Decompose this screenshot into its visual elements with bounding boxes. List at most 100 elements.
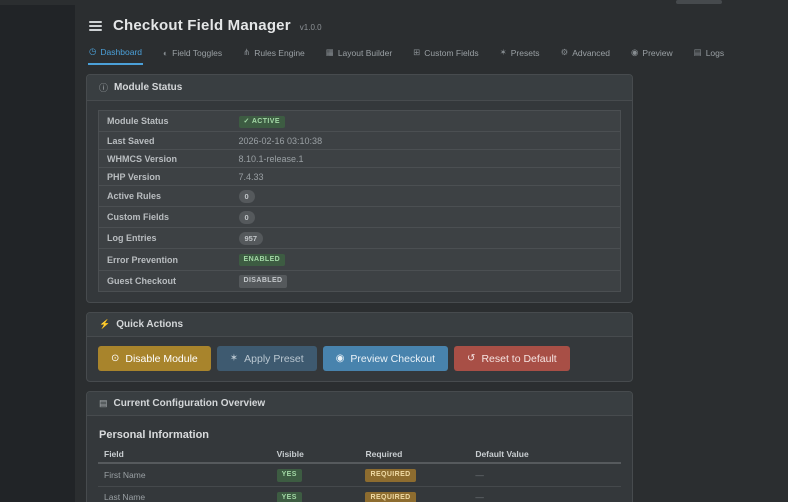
info-circle-icon: ⓘ bbox=[99, 81, 108, 94]
button-label: Disable Module bbox=[125, 353, 197, 365]
module-status-table: Module Status✓ ACTIVELast Saved 2026-02-1… bbox=[98, 110, 621, 292]
config-overview-panel: ▤ Current Configuration Overview Persona… bbox=[86, 391, 633, 502]
config-sections: Personal Information FieldVisibleRequired… bbox=[87, 416, 632, 502]
module-status-panel-header: ⓘ Module Status bbox=[87, 75, 632, 101]
nav-tab-label: Field Toggles bbox=[172, 48, 222, 58]
status-badge: DISABLED bbox=[239, 275, 288, 287]
status-label: Custom Fields bbox=[99, 207, 231, 228]
status-row: Module Status✓ ACTIVE bbox=[99, 111, 621, 132]
eye-icon: ◉ bbox=[631, 47, 638, 58]
nav-tab-field-toggles[interactable]: ◐ Field Toggles bbox=[162, 43, 223, 65]
bolt-icon: ⚡ bbox=[99, 319, 110, 330]
status-label: WHMCS Version bbox=[99, 150, 231, 168]
button-label: Preview Checkout bbox=[350, 353, 435, 365]
nav-tab-custom-fields[interactable]: ⊞ Custom Fields bbox=[412, 43, 479, 65]
version-badge: v1.0.0 bbox=[300, 23, 322, 32]
visible-badge: YES bbox=[277, 492, 302, 502]
magic-icon: ✶ bbox=[500, 47, 507, 58]
main-content: Checkout Field Manager v1.0.0 ◷ Dashboard… bbox=[75, 5, 788, 502]
nav-tab-rules-engine[interactable]: ⋔Rules Engine bbox=[242, 43, 306, 65]
clipboard-icon: ▤ bbox=[99, 398, 108, 409]
status-label: Active Rules bbox=[99, 186, 231, 207]
status-row: Guest Checkout DISABLED bbox=[99, 270, 621, 291]
table-row: First NameYESREQUIRED— bbox=[98, 463, 621, 486]
quick-actions-panel-header: ⚡ Quick Actions bbox=[87, 313, 632, 337]
status-row: Active Rules 0 bbox=[99, 186, 621, 207]
default-value: — bbox=[475, 470, 484, 480]
power-icon: ⊙ bbox=[111, 353, 119, 364]
status-label: Error Prevention bbox=[99, 249, 231, 270]
status-label: Guest Checkout bbox=[99, 270, 231, 291]
dashboard-icon: ◷ bbox=[89, 46, 96, 57]
preview-checkout-button[interactable]: ◉ Preview Checkout bbox=[323, 346, 448, 371]
nav-tab-label: Dashboard bbox=[100, 47, 142, 57]
app-header: Checkout Field Manager v1.0.0 bbox=[86, 13, 788, 36]
column-header: Required bbox=[359, 446, 469, 463]
button-label: Reset to Default bbox=[481, 353, 556, 365]
count-badge: 0 bbox=[239, 190, 255, 203]
magic-icon: ✶ bbox=[230, 353, 238, 364]
nav-tab-logs[interactable]: ▤ Logs bbox=[693, 43, 725, 65]
horizontal-scrollbar bbox=[0, 0, 788, 5]
quick-actions-body: ⊙ Disable Module ✶ Apply Preset ◉ Preview Che… bbox=[87, 337, 632, 381]
nav-tab-label: Logs bbox=[706, 48, 724, 58]
status-badge: ✓ ACTIVE bbox=[239, 116, 285, 128]
status-label: Log Entries bbox=[99, 228, 231, 249]
module-status-panel: ⓘ Module Status Module Status✓ ACTIVELas… bbox=[86, 74, 633, 303]
table-row: Last Name YES REQUIRED — bbox=[98, 486, 621, 502]
column-header: Field bbox=[98, 446, 271, 463]
status-label: Last Saved bbox=[99, 132, 231, 150]
required-badge: REQUIRED bbox=[365, 492, 415, 502]
menu-icon[interactable] bbox=[87, 19, 104, 33]
nav-tab-label: Advanced bbox=[572, 48, 610, 58]
apply-preset-button[interactable]: ✶ Apply Preset bbox=[217, 346, 317, 371]
required-badge: REQUIRED bbox=[365, 469, 415, 481]
status-badge: ENABLED bbox=[239, 254, 286, 266]
nav-tab-layout-builder[interactable]: ▦ Layout Builder bbox=[325, 43, 393, 65]
status-row: Error Prevention ENABLED bbox=[99, 249, 621, 270]
quick-actions-panel: ⚡ Quick Actions ⊙ Disable Module ✶ Apply Pr… bbox=[86, 312, 633, 382]
module-status-panel-title: Module Status bbox=[114, 82, 182, 93]
field-name: First Name bbox=[98, 463, 271, 486]
nav-tab-preview[interactable]: ◉ Preview bbox=[630, 43, 674, 65]
scrollbar-thumb[interactable] bbox=[676, 0, 722, 4]
button-label: Apply Preset bbox=[244, 353, 304, 365]
status-value: 8.10.1-release.1 bbox=[239, 154, 304, 164]
nav-tab-label: Preview bbox=[642, 48, 672, 58]
config-table: FieldVisibleRequiredDefault ValueFirst N… bbox=[98, 446, 621, 502]
status-row: Custom Fields 0 bbox=[99, 207, 621, 228]
nav-tab-dashboard[interactable]: ◷ Dashboard bbox=[88, 43, 143, 65]
count-badge: 957 bbox=[239, 232, 264, 245]
layout-icon: ▦ bbox=[326, 47, 334, 58]
column-header: Visible bbox=[271, 446, 360, 463]
nav-tab-presets[interactable]: ✶ Presets bbox=[499, 43, 541, 65]
column-header: Default Value bbox=[469, 446, 621, 463]
default-value: — bbox=[475, 492, 484, 502]
sitemap-icon: ⋔ bbox=[243, 47, 250, 58]
cogs-icon: ⚙ bbox=[561, 47, 569, 58]
config-header-row: FieldVisibleRequiredDefault Value bbox=[98, 446, 621, 463]
plus-square-icon: ⊞ bbox=[413, 47, 420, 58]
reset-to-default-button[interactable]: ↺ Reset to Default bbox=[454, 346, 570, 371]
field-name: Last Name bbox=[98, 486, 271, 502]
status-row: WHMCS Version 8.10.1-release.1 bbox=[99, 150, 621, 168]
status-row: Last Saved 2026-02-16 03:10:38 bbox=[99, 132, 621, 150]
nav-tab-label: Custom Fields bbox=[424, 48, 478, 58]
section-title: Personal Information bbox=[99, 429, 621, 441]
nav-tab-advanced[interactable]: ⚙Advanced bbox=[560, 43, 611, 65]
config-overview-panel-title: Current Configuration Overview bbox=[114, 398, 266, 409]
disable-module-button[interactable]: ⊙ Disable Module bbox=[98, 346, 211, 371]
undo-icon: ↺ bbox=[467, 353, 475, 364]
file-icon: ▤ bbox=[694, 47, 702, 58]
quick-actions-panel-title: Quick Actions bbox=[116, 319, 183, 330]
status-row: PHP Version7.4.33 bbox=[99, 168, 621, 186]
nav-tab-label: Layout Builder bbox=[338, 48, 392, 58]
nav-tab-label: Presets bbox=[511, 48, 540, 58]
status-label: PHP Version bbox=[99, 168, 231, 186]
toggle-icon: ◐ bbox=[163, 48, 168, 58]
status-value: 2026-02-16 03:10:38 bbox=[239, 136, 323, 146]
status-table-body: Module Status✓ ACTIVELast Saved 2026-02-1… bbox=[99, 111, 621, 292]
count-badge: 0 bbox=[239, 211, 255, 224]
eye-icon: ◉ bbox=[336, 353, 345, 364]
config-overview-panel-header: ▤ Current Configuration Overview bbox=[87, 392, 632, 416]
